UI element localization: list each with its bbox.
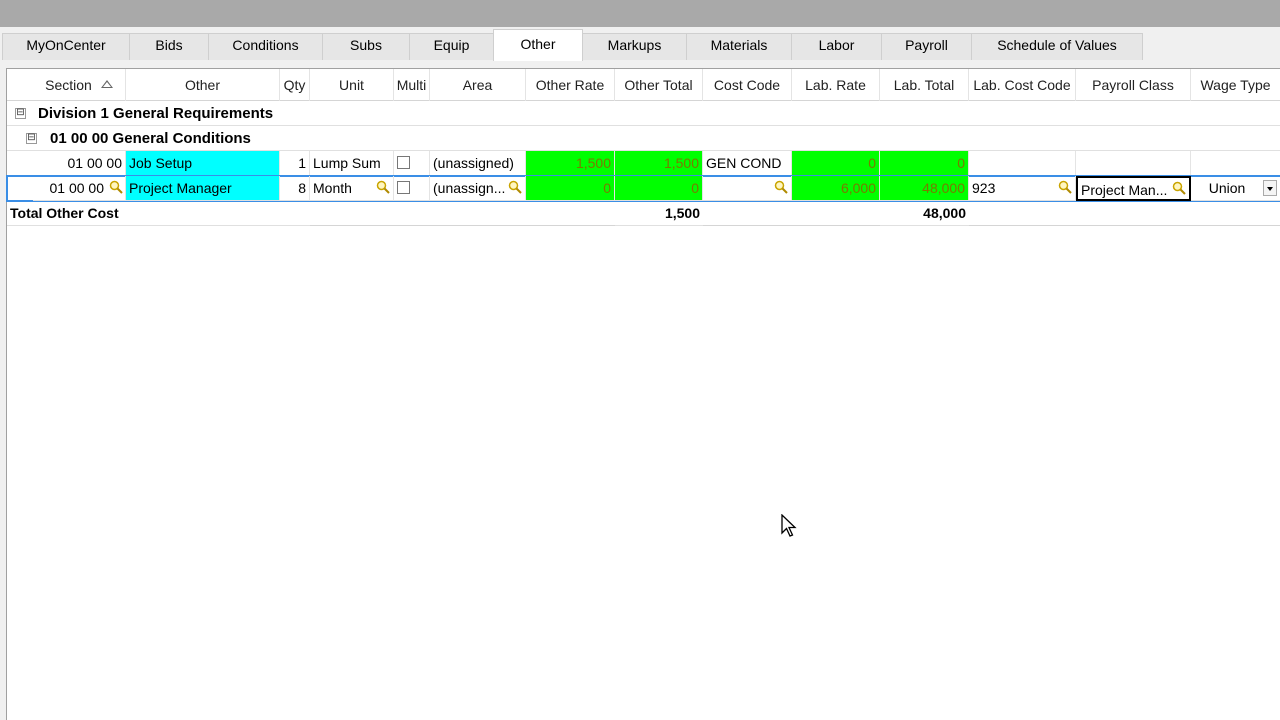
collapse-icon[interactable]: ⊟: [26, 133, 37, 144]
cell-other-rate[interactable]: 0: [526, 176, 615, 201]
cell-section[interactable]: 01 00 00: [33, 176, 126, 201]
totals-other-total: 1,500: [615, 201, 703, 226]
cell-unit-value: Month: [313, 180, 352, 196]
tab-labor[interactable]: Labor: [791, 33, 882, 60]
window-titlebar: [0, 0, 1280, 27]
tab-equip[interactable]: Equip: [409, 33, 494, 60]
tab-conditions[interactable]: Conditions: [208, 33, 323, 60]
table-row-selected[interactable]: 01 00 00 Project Manager 8 Month (unassi…: [6, 175, 1280, 202]
col-header-unit[interactable]: Unit: [310, 69, 394, 101]
cell-payroll-class-value: Project Man...: [1081, 182, 1168, 198]
col-header-lab-total[interactable]: Lab. Total: [880, 69, 969, 101]
col-header-cost-code[interactable]: Cost Code: [703, 69, 792, 101]
lookup-icon[interactable]: [109, 180, 123, 194]
cell-cost-code[interactable]: GEN COND: [703, 151, 792, 176]
lookup-icon[interactable]: [774, 180, 788, 194]
cell-lab-total[interactable]: 48,000: [880, 176, 969, 201]
lookup-icon[interactable]: [1172, 181, 1186, 195]
cell-unit[interactable]: Month: [310, 176, 394, 201]
cell-wage-type[interactable]: [1191, 151, 1280, 176]
tab-myoncenter[interactable]: MyOnCenter: [2, 33, 130, 60]
tab-bids[interactable]: Bids: [129, 33, 209, 60]
col-header-payroll-class[interactable]: Payroll Class: [1076, 69, 1191, 101]
cell-wage-type[interactable]: Union: [1191, 176, 1280, 201]
lookup-icon[interactable]: [1058, 180, 1072, 194]
col-header-section[interactable]: Section: [33, 69, 126, 101]
cell-unit[interactable]: Lump Sum: [310, 151, 394, 176]
grid-header-row: Section Other Qty Unit Multi Area Other …: [7, 69, 1280, 101]
cell-payroll-class[interactable]: [1076, 151, 1191, 176]
group-label: 01 00 00 General Conditions: [50, 130, 251, 147]
lookup-icon[interactable]: [508, 180, 522, 194]
lookup-icon[interactable]: [376, 180, 390, 194]
group-row-subgroup: ⊟ 01 00 00 General Conditions: [7, 126, 1280, 151]
sort-ascending-icon: [100, 80, 113, 88]
col-header-multi[interactable]: Multi: [394, 69, 430, 101]
cell-area-value: (unassign...: [433, 180, 506, 196]
cell-other[interactable]: Project Manager: [126, 176, 280, 201]
col-header-lab-rate[interactable]: Lab. Rate: [792, 69, 880, 101]
col-header-other-rate[interactable]: Other Rate: [526, 69, 615, 101]
col-header-qty[interactable]: Qty: [280, 69, 310, 101]
mouse-pointer-icon: [781, 514, 797, 537]
tab-materials[interactable]: Materials: [686, 33, 792, 60]
tab-subs[interactable]: Subs: [322, 33, 410, 60]
module-tab-bar: MyOnCenter Bids Conditions Subs Equip Ot…: [0, 27, 1280, 61]
cell-other[interactable]: Job Setup: [126, 151, 280, 176]
chevron-down-icon[interactable]: [1263, 180, 1277, 196]
multi-checkbox[interactable]: [397, 156, 410, 169]
tab-other[interactable]: Other: [493, 29, 583, 61]
cell-wage-type-value: Union: [1208, 180, 1246, 196]
cell-cost-code[interactable]: [703, 176, 792, 201]
totals-label: Total Other Cost: [7, 201, 310, 226]
cell-lab-cost-code[interactable]: 923: [969, 176, 1076, 201]
cell-other-total[interactable]: 0: [615, 176, 703, 201]
cell-lab-cost-code-value: 923: [972, 180, 996, 196]
other-cost-grid: Section Other Qty Unit Multi Area Other …: [6, 68, 1280, 720]
collapse-icon[interactable]: ⊟: [15, 108, 26, 119]
tab-schedule-of-values[interactable]: Schedule of Values: [971, 33, 1143, 60]
totals-row: Total Other Cost 1,500 48,000: [7, 201, 1280, 226]
tab-payroll[interactable]: Payroll: [881, 33, 972, 60]
cell-multi[interactable]: [394, 151, 430, 176]
col-header-area[interactable]: Area: [430, 69, 526, 101]
totals-lab-total: 48,000: [880, 201, 969, 226]
cell-lab-cost-code[interactable]: [969, 151, 1076, 176]
cell-other-total[interactable]: 1,500: [615, 151, 703, 176]
cell-section[interactable]: 01 00 00: [33, 151, 126, 176]
multi-checkbox[interactable]: [397, 181, 410, 194]
group-label: Division 1 General Requirements: [38, 105, 274, 122]
cell-lab-rate[interactable]: 0: [792, 151, 880, 176]
cell-section-value: 01 00 00: [49, 180, 105, 196]
cell-other-rate[interactable]: 1,500: [526, 151, 615, 176]
cell-qty[interactable]: 1: [280, 151, 310, 176]
cell-lab-rate[interactable]: 6,000: [792, 176, 880, 201]
cell-lab-total[interactable]: 0: [880, 151, 969, 176]
col-header-other-total[interactable]: Other Total: [615, 69, 703, 101]
col-header-lab-cost-code[interactable]: Lab. Cost Code: [969, 69, 1076, 101]
col-header-other[interactable]: Other: [126, 69, 280, 101]
cell-area[interactable]: (unassign...: [430, 176, 526, 201]
table-row[interactable]: 01 00 00 Job Setup 1 Lump Sum (unassigne…: [7, 151, 1280, 176]
col-header-wage-type[interactable]: Wage Type: [1191, 69, 1280, 101]
cell-area[interactable]: (unassigned): [430, 151, 526, 176]
cell-multi[interactable]: [394, 176, 430, 201]
group-row-division: ⊟ Division 1 General Requirements: [7, 101, 1280, 126]
cell-qty[interactable]: 8: [280, 176, 310, 201]
cell-payroll-class[interactable]: Project Man...: [1076, 176, 1191, 201]
tab-markups[interactable]: Markups: [582, 33, 687, 60]
